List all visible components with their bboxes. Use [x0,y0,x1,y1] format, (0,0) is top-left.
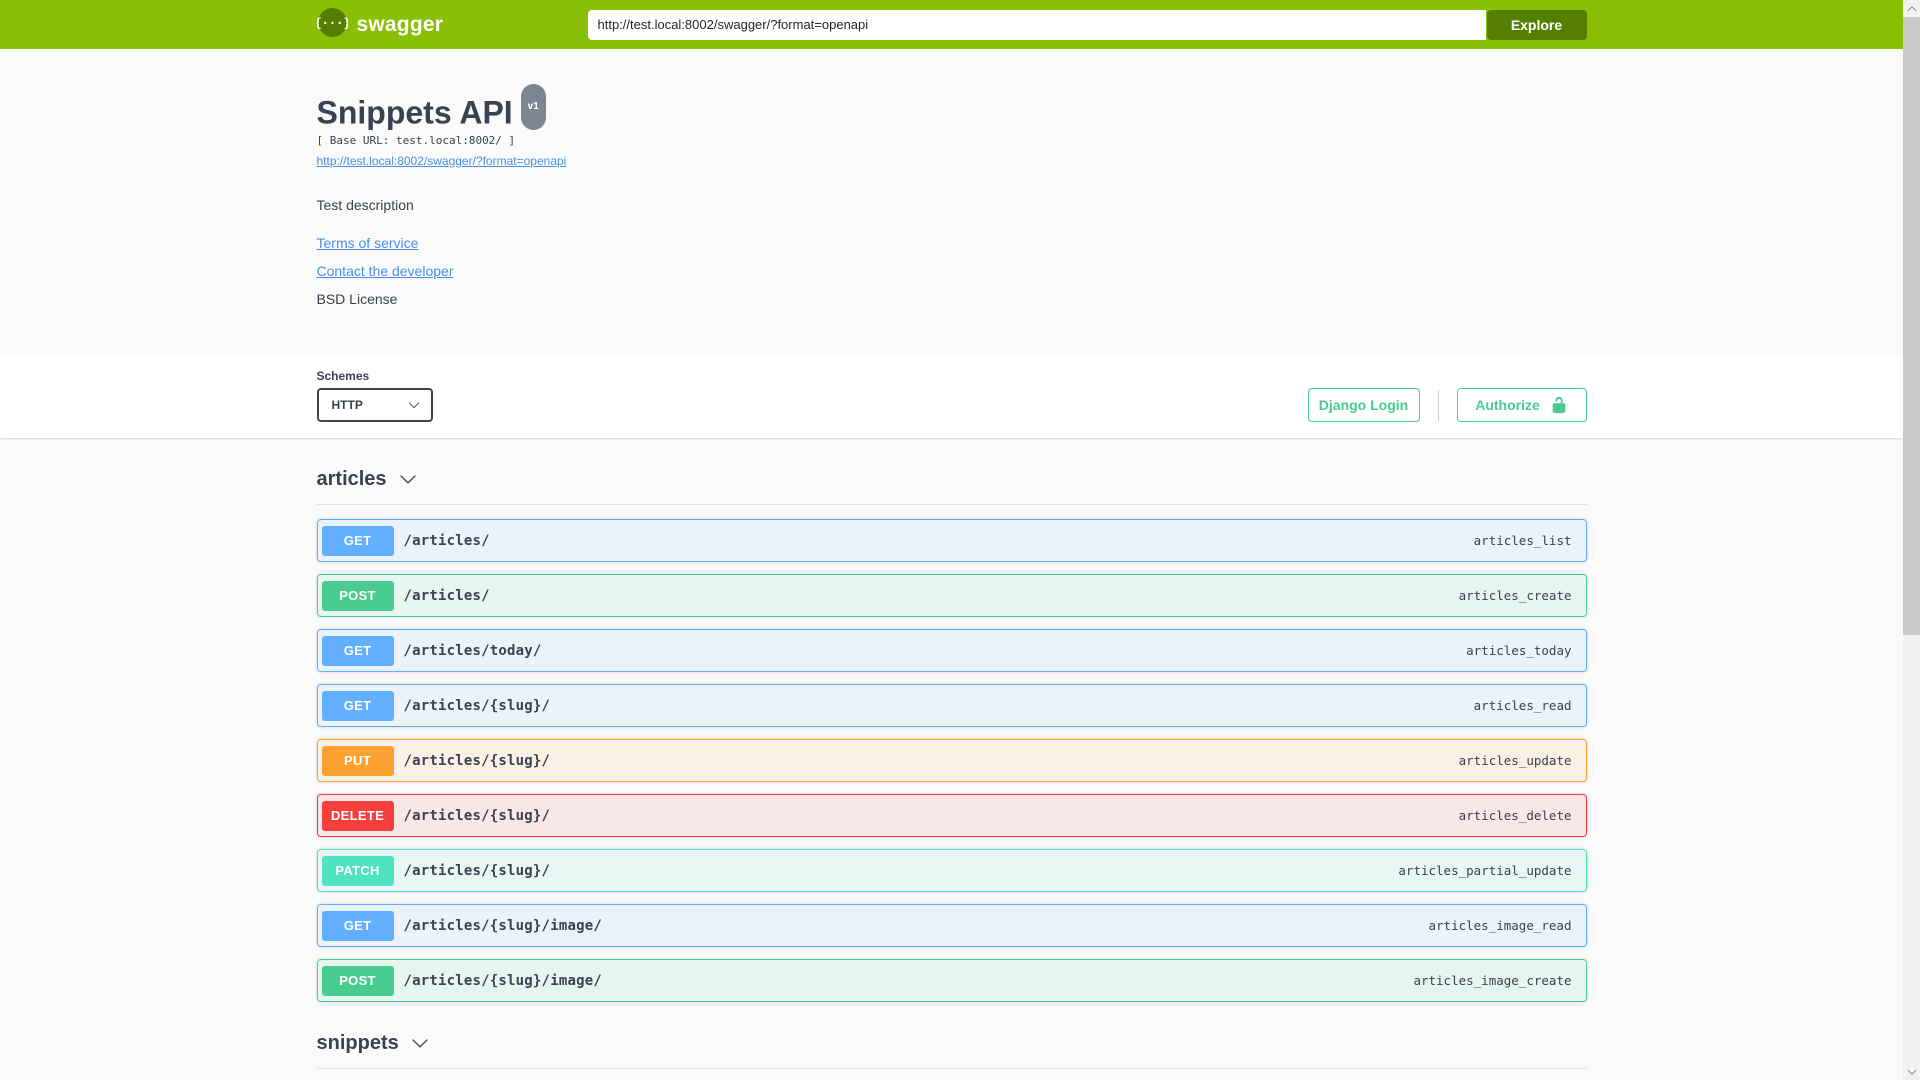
section-title: articles [316,468,387,490]
method-badge: PUT [321,745,394,776]
scrollbar-up-arrow[interactable] [1903,0,1920,17]
operation-id: articles_list [1473,533,1572,548]
operation-path: /articles/ [403,587,490,604]
method-badge: GET [321,690,394,721]
operation-path: /articles/{slug}/image/ [403,917,602,934]
operation-id: articles_read [1473,698,1572,713]
terms-of-service-link[interactable]: Terms of service [317,235,419,251]
topbar: {···} swagger Explore [0,0,1903,49]
scrollbar-thumb[interactable] [1903,17,1920,635]
method-badge: POST [321,965,394,996]
browser-scrollbar[interactable] [1903,0,1920,1080]
logo-text: swagger [356,12,444,36]
operation-id: articles_update [1458,753,1572,768]
section-operations: GET /articles/ articles_list POST /artic… [316,505,1587,1002]
section-heading[interactable]: articles [316,464,1587,505]
api-description: Test description [316,197,414,213]
auth-divider [1437,389,1439,421]
api-title-text: Snippets API [316,94,513,131]
license-text: BSD License [316,291,398,307]
info-section: Snippets API v1 [ Base URL: test.local:80… [0,49,1903,355]
schemes-block: Schemes HTTP [316,369,433,422]
page-title: Snippets API v1 [316,84,1587,133]
scheme-selected-value: HTTP [331,398,363,412]
swagger-logo-icon: {···} [314,7,350,43]
operation-row[interactable]: POST /articles/ articles_create [316,574,1587,617]
operation-path: /articles/{slug}/image/ [403,972,602,989]
operation-row[interactable]: GET /articles/{slug}/image/ articles_ima… [316,904,1587,947]
contact-developer-link[interactable]: Contact the developer [317,263,454,279]
operation-id: articles_create [1458,588,1572,603]
section-title: snippets [316,1032,399,1054]
method-badge: GET [321,635,394,666]
swagger-ui-page: {···} swagger Explore Snippets APIv1 [ B… [0,0,1903,1080]
operation-path: /articles/{slug}/ [403,752,551,769]
scrollbar-down-arrow[interactable] [1903,1063,1920,1080]
operation-row[interactable]: PATCH /articles/{slug}/ articles_partial… [316,849,1587,892]
svg-text:{···}: {···} [317,16,348,30]
method-badge: GET [321,910,394,941]
swagger-logo-link[interactable]: {···} swagger [314,7,444,43]
operation-row[interactable]: GET /articles/{slug}/ articles_read [316,684,1587,727]
operation-path: /articles/ [403,532,490,549]
spec-url-input[interactable] [587,9,1486,40]
method-badge: DELETE [321,800,394,831]
operation-id: articles_delete [1458,808,1572,823]
authorize-button[interactable]: Authorize [1456,388,1587,422]
operation-row[interactable]: GET /articles/today/ articles_today [316,629,1587,672]
operation-path: /articles/{slug}/ [403,697,551,714]
operation-id: articles_today [1466,643,1572,658]
operation-row[interactable]: POST /articles/{slug}/image/ articles_im… [316,959,1587,1002]
auth-wrapper: Django Login Authorize [1307,388,1587,422]
operation-id: articles_partial_update [1398,863,1572,878]
tag-section: articles GET /articles/ articles_list PO… [316,464,1587,1002]
download-url-wrapper: Explore [587,9,1587,40]
operation-id: articles_image_read [1428,918,1572,933]
tag-section: snippets GET /snippets/ snippets_list [316,1028,1587,1080]
chevron-down-icon [408,402,419,409]
operation-row[interactable]: DELETE /articles/{slug}/ articles_delete [316,794,1587,837]
django-login-button[interactable]: Django Login [1307,388,1420,422]
method-badge: POST [321,580,394,611]
operation-path: /articles/{slug}/ [403,862,551,879]
explore-button[interactable]: Explore [1486,9,1587,40]
base-url-text: [ Base URL: test.local:8002/ ] [316,134,516,147]
section-heading[interactable]: snippets [316,1028,1587,1069]
section-operations: GET /snippets/ snippets_list [317,1069,1587,1080]
version-badge: v1 [520,84,546,130]
spec-link[interactable]: http://test.local:8002/swagger/?format=o… [317,154,567,168]
operation-row[interactable]: PUT /articles/{slug}/ articles_update [316,739,1587,782]
expand-chevron-icon[interactable] [411,1034,429,1052]
authorize-label: Authorize [1475,397,1540,413]
operation-id: articles_image_create [1413,973,1572,988]
operation-path: /articles/today/ [403,642,542,659]
unlocked-padlock-icon [1552,396,1566,414]
expand-chevron-icon[interactable] [399,470,417,488]
method-badge: GET [321,525,394,556]
operation-row[interactable]: GET /articles/ articles_list [316,519,1587,562]
scheme-select[interactable]: HTTP [316,388,433,422]
scheme-container: Schemes HTTP Django Login Authorize [0,355,1903,438]
schemes-label: Schemes [316,369,370,383]
operation-path: /articles/{slug}/ [403,807,551,824]
method-badge: PATCH [321,855,394,886]
operations-list: articles GET /articles/ articles_list PO… [316,464,1587,1080]
